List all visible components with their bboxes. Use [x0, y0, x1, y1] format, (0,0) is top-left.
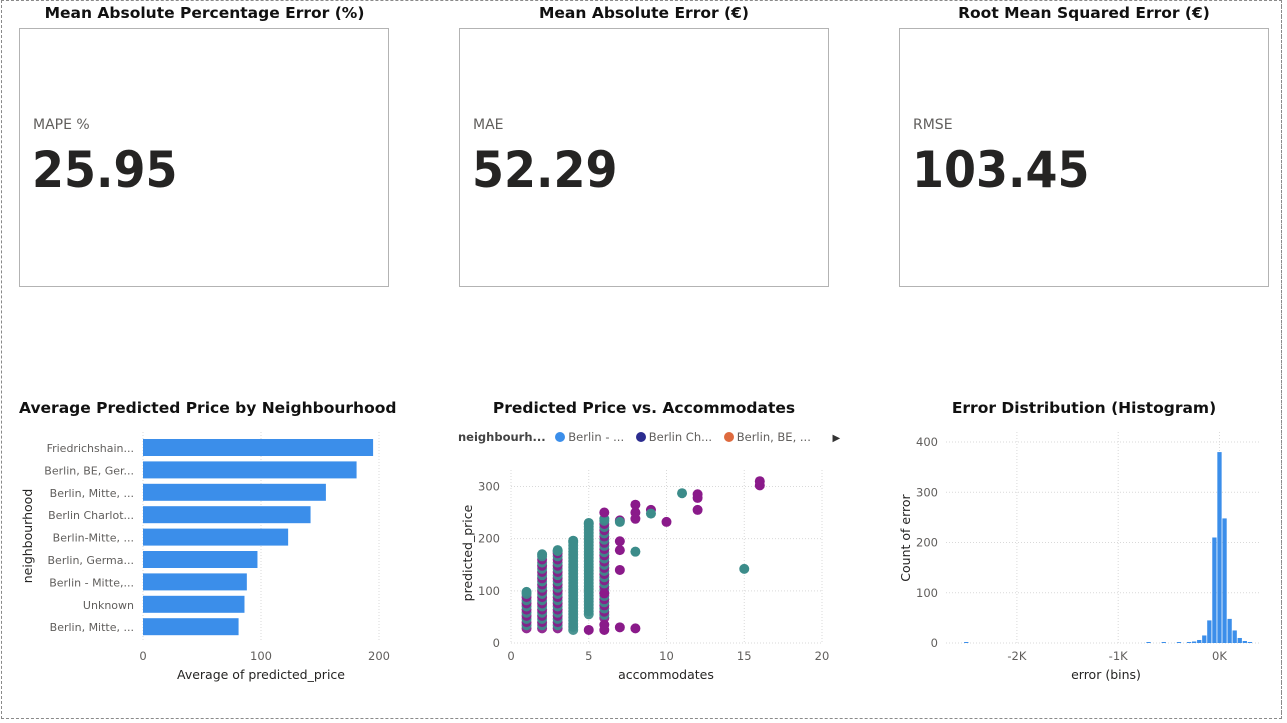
bar-mark: [143, 528, 289, 546]
histogram-bar: [1207, 620, 1212, 643]
scatter-point: [599, 507, 610, 518]
histogram-bar: [1202, 635, 1207, 643]
histogram-bar: [1237, 637, 1242, 643]
histogram-bar: [1242, 640, 1247, 643]
bar-mark: [143, 573, 247, 591]
histogram-bar: [964, 642, 969, 643]
scatter-point: [568, 535, 579, 546]
histogram-bar: [1212, 537, 1217, 643]
bar-category-label: Berlin-Mitte, ...: [53, 532, 134, 545]
bar-mark: [143, 506, 311, 524]
scatter-point: [630, 513, 641, 524]
scatter-x-tick-label: 10: [659, 649, 674, 663]
bar-category-label: Berlin - Mitte,...: [49, 576, 134, 589]
histogram-y-axis-label: Count of error: [898, 493, 913, 581]
scatter-x-tick-label: 15: [737, 649, 752, 663]
scatter-point: [661, 516, 672, 527]
histogram-x-tick-label: 0K: [1212, 649, 1227, 663]
scatter-point: [614, 536, 625, 547]
scatter-y-tick-label: 0: [493, 636, 500, 650]
scatter-point: [677, 488, 688, 499]
bar-mark: [143, 483, 326, 501]
scatter-x-tick-label: 20: [815, 649, 830, 663]
charts-svg: 0 100 200Friedrichshain...Berlin, BE, Ger.…: [20, 432, 1260, 682]
histogram-y-tick-label: 300: [916, 485, 938, 499]
bar-x-axis-label: Average of predicted_price: [177, 667, 345, 682]
bar-category-label: Berlin, Mitte, ...: [50, 621, 134, 634]
histogram-bar: [1197, 639, 1202, 643]
scatter-point: [692, 492, 703, 503]
scatter-y-tick-label: 200: [478, 532, 500, 546]
scatter-point: [630, 546, 641, 557]
histogram-bar: [1186, 641, 1192, 643]
histogram-x-tick-label: -2K: [1007, 649, 1026, 663]
histogram-x-tick-label: -1K: [1109, 649, 1128, 663]
scatter-point: [692, 504, 703, 515]
bar-x-tick-label: 100: [250, 649, 272, 663]
histogram-bar: [1247, 641, 1253, 643]
scatter-point: [599, 624, 610, 635]
histogram-bar: [1146, 642, 1151, 643]
bar-category-label: Berlin, Germa...: [48, 554, 134, 567]
bar-category-label: Berlin Charlot...: [48, 509, 134, 522]
scatter-point: [552, 545, 563, 556]
bar-mark: [143, 595, 245, 613]
scatter-point: [583, 624, 594, 635]
histogram-bar: [1232, 630, 1237, 643]
scatter-point: [537, 549, 548, 560]
scatter-y-tick-label: 100: [478, 584, 500, 598]
histogram-y-tick-label: 100: [916, 586, 938, 600]
bar-mark: [143, 551, 258, 568]
bar-category-label: Berlin, Mitte, ...: [50, 487, 134, 500]
histogram-y-tick-label: 200: [916, 536, 938, 550]
bar-x-tick-label: 200: [368, 649, 390, 663]
bar-category-label: Unknown: [83, 599, 134, 612]
scatter-x-tick-label: 5: [585, 649, 592, 663]
scatter-point: [614, 564, 625, 575]
scatter-point: [754, 480, 765, 491]
scatter-x-axis-label: accommodates: [618, 667, 714, 682]
scatter-x-tick-label: 0: [507, 649, 514, 663]
scatter-point: [521, 586, 532, 597]
bar-category-label: Berlin, BE, Ger...: [44, 464, 134, 477]
scatter-point: [614, 622, 625, 633]
bar-mark: [143, 461, 357, 479]
histogram-y-tick-label: 400: [916, 435, 938, 449]
scatter-point: [599, 588, 610, 599]
histogram-x-axis-label: error (bins): [1071, 667, 1141, 682]
scatter-y-axis-label: predicted_price: [460, 504, 475, 601]
scatter-point: [583, 517, 594, 528]
bar-y-axis-label: neighbourhood: [20, 489, 35, 584]
scatter-point: [739, 563, 750, 574]
scatter-point: [645, 508, 656, 519]
bar-mark: [143, 618, 239, 636]
histogram-bar: [1217, 452, 1222, 643]
bar-mark: [143, 439, 374, 456]
scatter-point: [614, 545, 625, 556]
histogram-bar: [1227, 618, 1232, 643]
scatter-y-tick-label: 300: [478, 479, 500, 493]
scatter-point: [614, 516, 625, 527]
bar-x-tick-label: 0: [139, 649, 146, 663]
histogram-bar: [1222, 518, 1227, 643]
scatter-point: [630, 623, 641, 634]
bar-category-label: Friedrichshain...: [47, 442, 134, 455]
histogram-bar: [1192, 641, 1197, 643]
histogram-bar: [1176, 642, 1182, 643]
histogram-bar: [1161, 642, 1166, 643]
histogram-y-tick-label: 0: [931, 636, 938, 650]
